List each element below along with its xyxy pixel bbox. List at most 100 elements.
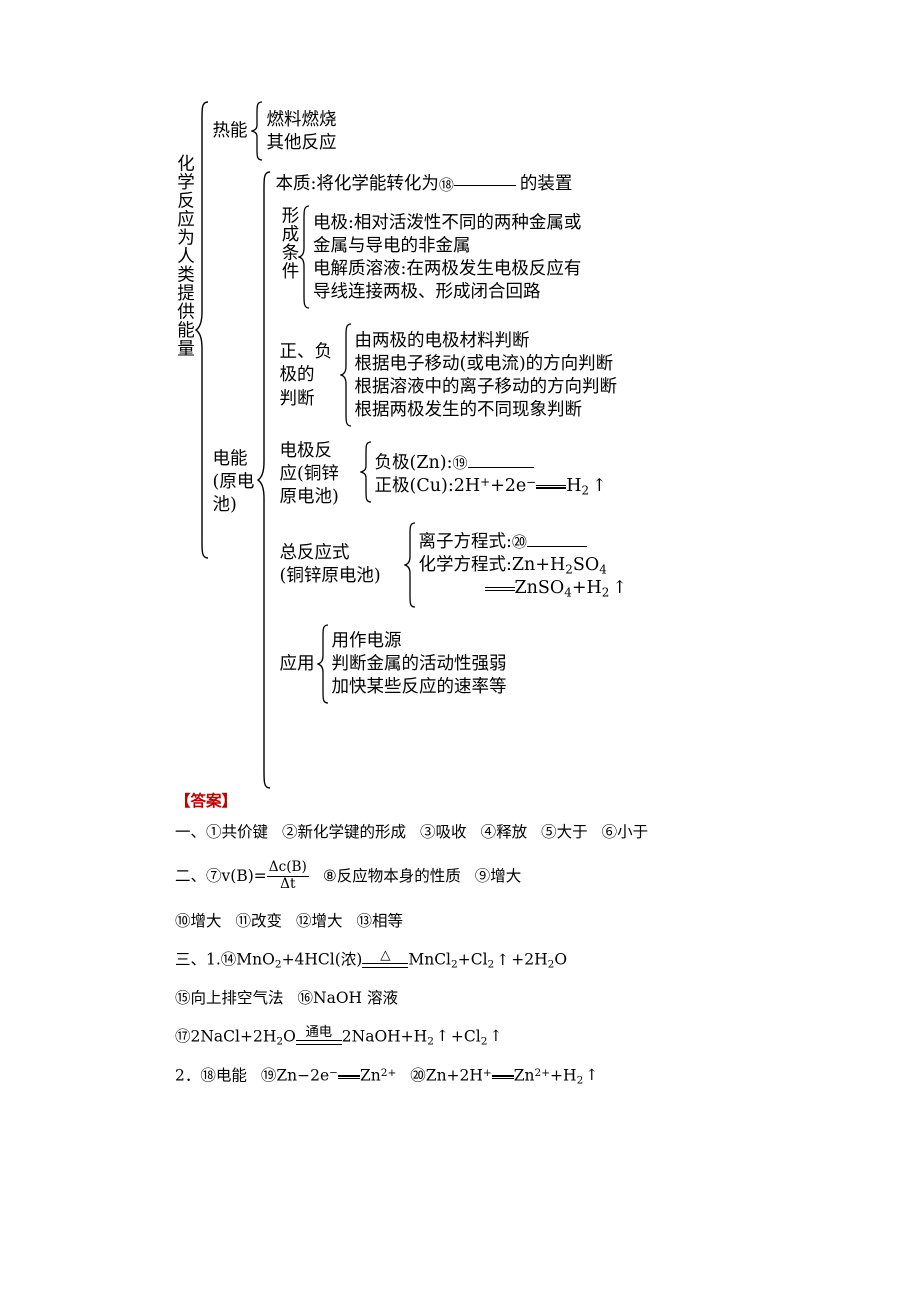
answer-line-2-prefix: 二、 — [175, 867, 207, 886]
overall-ionic-line: 离子方程式:⑳ — [419, 531, 628, 554]
overall-chemical-product-sub: 4 — [564, 585, 572, 600]
overall-reaction-brace — [403, 521, 416, 609]
answer-2-item-7-label: ⑦v(B)= — [206, 867, 267, 886]
answer-6-cl2-sub: 2 — [480, 1035, 488, 1048]
electrode-positive-line: 正极(Cu):2H++2e− H2 ↑ — [375, 475, 607, 498]
overall-chemical-so-sub: 4 — [599, 562, 607, 577]
equals-bar — [362, 963, 409, 968]
answer-2-item-8: ⑧反应物本身的性质 — [322, 867, 461, 886]
overall-chemical-plus: + — [535, 554, 550, 575]
answer-6-h2-sub: 2 — [427, 1035, 434, 1048]
fraction-numerator: Δc(B) — [266, 859, 309, 877]
electrode-positive-arrow: ↑ — [592, 475, 607, 496]
essence-blank-number: ⑱ — [438, 175, 454, 194]
formation-items: 电极:相对活泼性不同的两种金属或 金属与导电的非金属 电解质溶液:在两极发生电极… — [313, 212, 581, 304]
answer-7-item-20-sup: + — [482, 1067, 492, 1079]
answer-line-7: 2．⑱电能 ⑲Zn−2e− Zn2+ ⑳Zn+2H+ Zn2++H2 ↑ — [175, 1068, 875, 1086]
answer-7-item-20-plus: +H — [550, 1066, 577, 1085]
essence-blank — [453, 184, 516, 186]
electrode-positive-sub: 2 — [581, 482, 590, 497]
answer-2-item-9: ⑨增大 — [474, 867, 522, 886]
answer-4-mno2: ⑭MnO — [220, 950, 275, 969]
answer-line-3: ⑩增大 ⑪改变 ⑫增大 ⑬相等 — [175, 914, 875, 930]
thermal-label: 热能 — [212, 121, 248, 142]
polarity-label-line-1: 极的 — [279, 365, 315, 386]
formation-group: 形成条件 电极:相对活泼性不同的两种金属或 金属与导电的非金属 电解质溶液:在两… — [276, 204, 628, 312]
fraction-denominator: Δt — [280, 875, 296, 892]
thermal-item-0: 燃料燃烧 — [266, 109, 337, 130]
answer-line-4-prefix: 三、1. — [175, 950, 221, 969]
answer-7-item-20-sup2: 2+ — [534, 1067, 551, 1079]
answers-heading: 【答案】 — [175, 791, 238, 810]
electrode-negative-blank-number: ⑲ — [452, 453, 468, 472]
electrical-brace — [256, 170, 271, 790]
polarity-label: 正、负 极的 判断 — [280, 341, 340, 410]
overall-chemical-h-sub: 2 — [565, 562, 573, 577]
overall-chemical-plus2: + — [571, 577, 587, 598]
electrode-positive-mid: +2e — [490, 475, 527, 496]
answer-3-item-3: ⑬相等 — [356, 912, 404, 931]
answer-7-item-20-equals — [491, 1071, 514, 1082]
answer-4-o: O — [554, 950, 568, 969]
answer-2-item-7-fraction: Δc(B) Δt — [266, 859, 309, 892]
electrode-reaction-label-line-2: 原电池) — [279, 487, 339, 508]
electrode-reaction-group: 电极反 应(铜锌 原电池) 负极(Zn):⑲ 正极(Cu):2H++2e− H2… — [276, 440, 628, 509]
answer-7-item-20-sub: 2 — [576, 1074, 584, 1087]
equals-bar — [295, 1040, 342, 1045]
electrode-positive-product: H — [566, 475, 582, 496]
answer-1-item-4: ⑤大于 — [541, 822, 588, 841]
polarity-group: 正、负 极的 判断 由两极的电极材料判断 根据电子移动(或电流)的方向判断 根据… — [276, 322, 628, 430]
overall-chemical-line-1: 化学方程式:Zn+H2SO4 — [419, 554, 628, 577]
answer-4-condition-arrow: △ — [362, 947, 409, 968]
thermal-items: 燃料燃烧 其他反应 — [267, 109, 337, 155]
polarity-label-line-0: 正、负 — [279, 342, 333, 363]
application-group: 应用 用作电源 判断金属的活动性强弱 加快某些反应的速率等 — [276, 623, 628, 705]
overall-chemical-equals — [484, 582, 515, 594]
answer-line-5: ⑮向上排空气法 ⑯NaOH 溶液 — [175, 989, 875, 1008]
electrical-label: 电能 (原电 池) — [213, 170, 257, 838]
polarity-item-2: 根据溶液中的离子移动的方向判断 — [354, 377, 618, 397]
application-items: 用作电源 判断金属的活动性强弱 加快某些反应的速率等 — [332, 630, 507, 699]
electrode-reaction-label-line-1: 应(铜锌 — [279, 464, 339, 485]
thermal-item-1: 其他反应 — [266, 133, 337, 153]
overall-chemical-prefix: 化学方程式:Zn — [418, 554, 536, 575]
overall-chemical-h2: H — [586, 577, 602, 598]
electrode-positive-sup2: − — [526, 474, 537, 489]
electrolysis-label: 通电 — [305, 1024, 333, 1040]
answer-3-item-2: ⑫增大 — [296, 912, 343, 931]
polarity-brace — [339, 322, 352, 430]
answer-7-item-19-sup: − — [329, 1067, 338, 1079]
overall-chemical-h2-sub: 2 — [601, 585, 610, 600]
polarity-item-3: 根据两极发生的不同现象判断 — [354, 400, 583, 421]
answer-line-4: 三、1.⑭MnO2+4HCl(浓) △ MnCl2+Cl2 ↑ +2H2O — [175, 947, 875, 971]
answer-line-1: 一、①共价键 ②新化学键的形成 ③吸收 ④释放 ⑤大于 ⑥小于 — [175, 822, 875, 841]
answer-7-item-19-pre: ⑲Zn−2e — [260, 1066, 330, 1085]
electrical-label-line-1: (原电 — [212, 472, 255, 493]
answer-4-mncl2: MnCl — [408, 950, 452, 969]
polarity-label-line-2: 判断 — [279, 388, 315, 409]
polarity-items: 由两极的电极材料判断 根据电子移动(或电流)的方向判断 根据溶液中的离子移动的方… — [355, 330, 618, 422]
answer-4-cl2-sub: 2 — [487, 958, 495, 971]
answer-5-item-16: ⑯NaOH 溶液 — [297, 989, 398, 1008]
electrode-reaction-brace — [359, 440, 372, 504]
answer-7-item-19-equals — [338, 1071, 360, 1082]
answer-7-item-20-post: Zn — [513, 1066, 535, 1085]
electrode-positive-equals — [536, 480, 567, 492]
electrode-reaction-items: 负极(Zn):⑲ 正极(Cu):2H++2e− H2 ↑ — [375, 452, 607, 498]
formation-brace — [298, 204, 310, 312]
document-page: 化学反应为人类提供能量 热能 燃料燃烧 其他反应 电能 (原电 池) 本质:将化… — [0, 0, 920, 1302]
answer-line-1-prefix: 一、 — [175, 822, 207, 841]
essence-line: 本质:将化学能转化为 ⑱ 的装置 — [276, 170, 628, 200]
answer-6-cl2: +Cl — [450, 1027, 481, 1046]
application-brace — [316, 623, 329, 705]
answer-4-mno2-sub: 2 — [274, 958, 282, 971]
answer-3-item-0: ⑩增大 — [175, 912, 222, 931]
heat-triangle-icon: △ — [380, 947, 391, 963]
polarity-item-1: 根据电子移动(或电流)的方向判断 — [354, 353, 614, 374]
answer-1-item-1: ②新化学键的形成 — [282, 822, 407, 841]
answer-1-item-2: ③吸收 — [420, 822, 467, 841]
answer-7-item-18: ⑱电能 — [200, 1066, 247, 1085]
mindmap-diagram: 化学反应为人类提供能量 热能 燃料燃烧 其他反应 电能 (原电 池) 本质:将化… — [175, 100, 895, 790]
overall-reaction-label-line-0: 总反应式 — [279, 543, 350, 564]
electrode-positive-prefix: 正极(Cu):2H — [374, 475, 481, 496]
